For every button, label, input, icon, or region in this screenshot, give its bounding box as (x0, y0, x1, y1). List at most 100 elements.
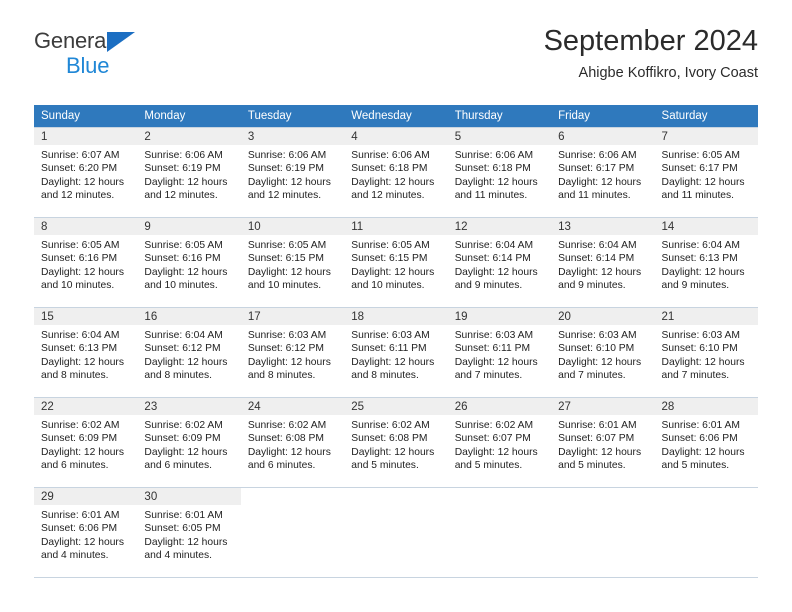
sunset-text: Sunset: 6:20 PM (41, 163, 118, 175)
page-title: September 2024 (543, 25, 758, 57)
day-cell[interactable]: 24 Sunrise: 6:02 AM Sunset: 6:08 PM Dayl… (240, 397, 345, 488)
day-cell[interactable]: 30 Sunrise: 6:01 AM Sunset: 6:05 PM Dayl… (137, 487, 241, 578)
weekday-header-saturday: Saturday (654, 105, 758, 128)
week-row: 22 Sunrise: 6:02 AM Sunset: 6:09 PM Dayl… (34, 397, 758, 488)
day-info: Sunrise: 6:05 AM Sunset: 6:15 PM Dayligh… (241, 235, 344, 293)
day-cell[interactable]: 28 Sunrise: 6:01 AM Sunset: 6:06 PM Dayl… (654, 397, 758, 488)
sunset-text: Sunset: 6:06 PM (41, 523, 118, 535)
weekday-header-thursday: Thursday (447, 105, 552, 128)
day-cell[interactable]: 19 Sunrise: 6:03 AM Sunset: 6:11 PM Dayl… (447, 307, 552, 398)
day-cell[interactable]: 23 Sunrise: 6:02 AM Sunset: 6:09 PM Dayl… (137, 397, 241, 488)
day-info: Sunrise: 6:02 AM Sunset: 6:07 PM Dayligh… (448, 415, 551, 473)
sunrise-text: Sunrise: 6:01 AM (558, 420, 637, 431)
day-number: 29 (34, 488, 138, 505)
sunset-text: Sunset: 6:19 PM (144, 163, 221, 175)
day-number (240, 488, 345, 505)
day-number: 14 (654, 218, 758, 235)
sunset-text: Sunset: 6:08 PM (351, 433, 428, 445)
sunrise-text: Sunrise: 6:02 AM (41, 420, 120, 431)
sunrise-text: Sunrise: 6:06 AM (558, 150, 637, 161)
calendar-page: General Blue September 2024 Ahigbe Koffi… (0, 0, 792, 612)
day-number: 30 (137, 488, 241, 505)
day-info: Sunrise: 6:01 AM Sunset: 6:07 PM Dayligh… (551, 415, 654, 473)
day-cell[interactable]: 6 Sunrise: 6:06 AM Sunset: 6:17 PM Dayli… (551, 127, 655, 218)
day-cell[interactable]: 12 Sunrise: 6:04 AM Sunset: 6:14 PM Dayl… (447, 217, 552, 308)
daylight-text: Daylight: 12 hours and 8 minutes. (144, 356, 228, 382)
day-cell[interactable]: 9 Sunrise: 6:05 AM Sunset: 6:16 PM Dayli… (137, 217, 241, 308)
daylight-text: Daylight: 12 hours and 4 minutes. (41, 536, 124, 562)
day-number: 5 (447, 128, 552, 145)
day-cell[interactable]: 29 Sunrise: 6:01 AM Sunset: 6:06 PM Dayl… (34, 487, 138, 578)
sunrise-text: Sunrise: 6:03 AM (247, 330, 327, 341)
day-cell[interactable]: 22 Sunrise: 6:02 AM Sunset: 6:09 PM Dayl… (34, 397, 138, 488)
day-number: 25 (344, 398, 448, 415)
sunrise-text: Sunrise: 6:01 AM (661, 420, 740, 431)
day-cell[interactable]: 8 Sunrise: 6:05 AM Sunset: 6:16 PM Dayli… (34, 217, 138, 308)
day-cell[interactable]: 2 Sunrise: 6:06 AM Sunset: 6:19 PM Dayli… (137, 127, 241, 218)
logo-text-general: General (34, 28, 135, 53)
day-cell[interactable]: 25 Sunrise: 6:02 AM Sunset: 6:08 PM Dayl… (344, 397, 448, 488)
daylight-text: Daylight: 12 hours and 12 minutes. (41, 176, 124, 202)
daylight-text: Daylight: 12 hours and 7 minutes. (558, 356, 642, 382)
day-info: Sunrise: 6:06 AM Sunset: 6:17 PM Dayligh… (551, 145, 654, 203)
day-cell[interactable]: 4 Sunrise: 6:06 AM Sunset: 6:18 PM Dayli… (344, 127, 448, 218)
day-cell[interactable]: 5 Sunrise: 6:06 AM Sunset: 6:18 PM Dayli… (447, 127, 552, 218)
day-cell[interactable]: 10 Sunrise: 6:05 AM Sunset: 6:15 PM Dayl… (240, 217, 345, 308)
daylight-text: Daylight: 12 hours and 7 minutes. (661, 356, 745, 382)
day-cell[interactable]: 27 Sunrise: 6:01 AM Sunset: 6:07 PM Dayl… (551, 397, 655, 488)
calendar-body: 1 Sunrise: 6:07 AM Sunset: 6:20 PM Dayli… (34, 127, 758, 578)
day-cell-empty (551, 487, 655, 578)
day-cell[interactable]: 1 Sunrise: 6:07 AM Sunset: 6:20 PM Dayli… (34, 127, 138, 218)
day-info: Sunrise: 6:03 AM Sunset: 6:10 PM Dayligh… (655, 325, 758, 383)
sunrise-text: Sunrise: 6:04 AM (661, 240, 740, 251)
day-cell[interactable]: 3 Sunrise: 6:06 AM Sunset: 6:19 PM Dayli… (240, 127, 345, 218)
sunset-text: Sunset: 6:15 PM (247, 253, 324, 265)
day-cell[interactable]: 20 Sunrise: 6:03 AM Sunset: 6:10 PM Dayl… (551, 307, 655, 398)
day-cell[interactable]: 26 Sunrise: 6:02 AM Sunset: 6:07 PM Dayl… (447, 397, 552, 488)
weekday-header-wednesday: Wednesday (344, 105, 448, 128)
day-number: 13 (551, 218, 655, 235)
day-cell[interactable]: 14 Sunrise: 6:04 AM Sunset: 6:13 PM Dayl… (654, 217, 758, 308)
day-cell[interactable]: 18 Sunrise: 6:03 AM Sunset: 6:11 PM Dayl… (344, 307, 448, 398)
sunset-text: Sunset: 6:09 PM (144, 433, 221, 445)
sunrise-text: Sunrise: 6:02 AM (247, 420, 327, 431)
day-cell[interactable]: 15 Sunrise: 6:04 AM Sunset: 6:13 PM Dayl… (34, 307, 138, 398)
day-cell[interactable]: 13 Sunrise: 6:04 AM Sunset: 6:14 PM Dayl… (551, 217, 655, 308)
sunset-text: Sunset: 6:13 PM (661, 253, 738, 265)
day-number: 12 (447, 218, 552, 235)
day-cell[interactable]: 21 Sunrise: 6:03 AM Sunset: 6:10 PM Dayl… (654, 307, 758, 398)
logo-word-general: General (34, 28, 111, 53)
sunset-text: Sunset: 6:07 PM (558, 433, 635, 445)
sunrise-text: Sunrise: 6:06 AM (144, 150, 223, 161)
day-number: 7 (654, 128, 758, 145)
sunset-text: Sunset: 6:16 PM (144, 253, 221, 265)
daylight-text: Daylight: 12 hours and 11 minutes. (661, 176, 745, 202)
day-info: Sunrise: 6:05 AM Sunset: 6:15 PM Dayligh… (344, 235, 447, 293)
sunrise-sunset-calendar: Sunday Monday Tuesday Wednesday Thursday… (34, 105, 758, 578)
weekday-header-friday: Friday (551, 105, 655, 128)
sunrise-text: Sunrise: 6:03 AM (661, 330, 740, 341)
sunset-text: Sunset: 6:11 PM (454, 343, 531, 355)
sunset-text: Sunset: 6:17 PM (661, 163, 738, 175)
day-cell[interactable]: 7 Sunrise: 6:05 AM Sunset: 6:17 PM Dayli… (654, 127, 758, 218)
daylight-text: Daylight: 12 hours and 8 minutes. (41, 356, 124, 382)
sunrise-text: Sunrise: 6:04 AM (558, 240, 637, 251)
daylight-text: Daylight: 12 hours and 5 minutes. (558, 446, 642, 472)
weekday-header-sunday: Sunday (34, 105, 138, 128)
title-block: September 2024 Ahigbe Koffikro, Ivory Co… (543, 25, 758, 81)
sunset-text: Sunset: 6:14 PM (454, 253, 531, 265)
day-number: 2 (137, 128, 241, 145)
day-cell[interactable]: 17 Sunrise: 6:03 AM Sunset: 6:12 PM Dayl… (240, 307, 345, 398)
day-cell[interactable]: 11 Sunrise: 6:05 AM Sunset: 6:15 PM Dayl… (344, 217, 448, 308)
day-info: Sunrise: 6:06 AM Sunset: 6:19 PM Dayligh… (137, 145, 240, 203)
daylight-text: Daylight: 12 hours and 5 minutes. (454, 446, 538, 472)
daylight-text: Daylight: 12 hours and 9 minutes. (661, 266, 745, 292)
sunrise-text: Sunrise: 6:06 AM (247, 150, 327, 161)
day-cell[interactable]: 16 Sunrise: 6:04 AM Sunset: 6:12 PM Dayl… (137, 307, 241, 398)
day-number (654, 488, 758, 505)
generalblue-logo[interactable]: General Blue (34, 28, 135, 78)
daylight-text: Daylight: 12 hours and 6 minutes. (41, 446, 124, 472)
logo-word-blue: Blue (66, 53, 110, 78)
day-info: Sunrise: 6:02 AM Sunset: 6:08 PM Dayligh… (241, 415, 344, 473)
day-number (551, 488, 655, 505)
